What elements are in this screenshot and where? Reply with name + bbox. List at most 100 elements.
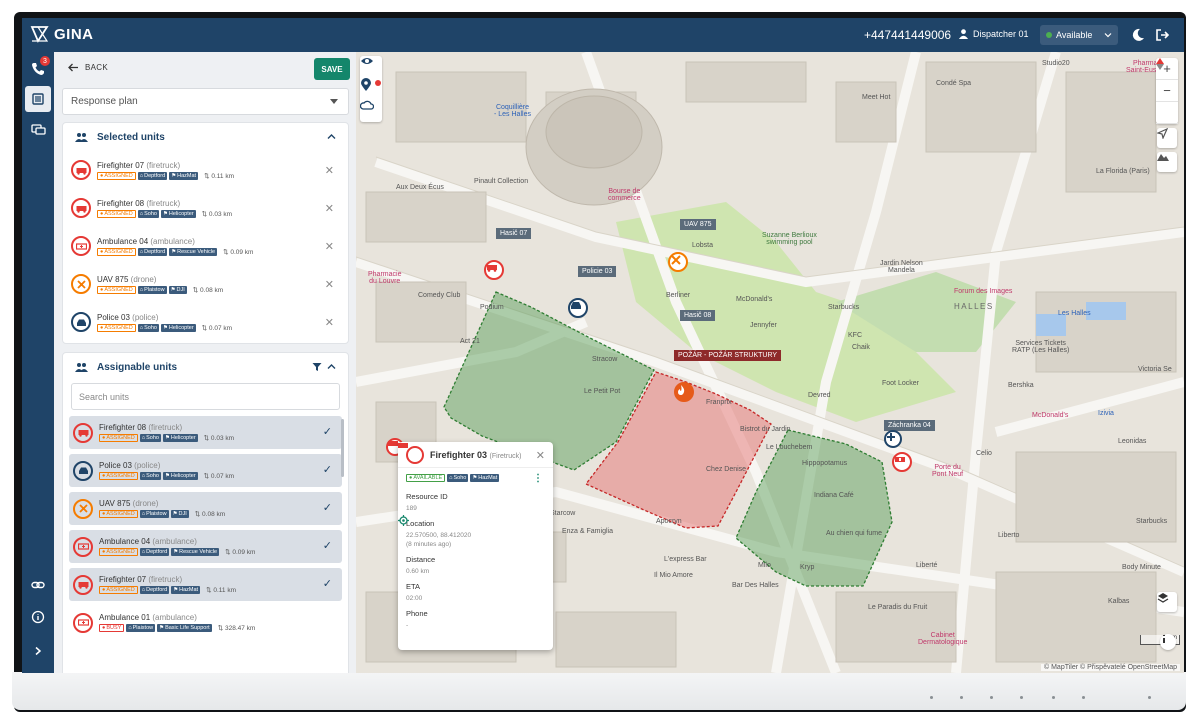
selected-unit-row[interactable]: Firefighter 07 (firetruck) ● ASSIGNED ⌂ D…	[63, 151, 348, 189]
more-options-icon[interactable]: ⋮	[533, 473, 543, 484]
unit-body: UAV 875 (drone) ● ASSIGNED ⌂ Plaistow ⚑ DJ…	[99, 499, 225, 518]
selected-unit-row[interactable]: Ambulance 04 (ambulance) ● ASSIGNED ⌂ Dep…	[63, 227, 348, 265]
dark-mode-icon[interactable]	[1130, 27, 1146, 43]
map-label: Victoria Se	[1138, 366, 1172, 373]
selected-unit-row[interactable]: Firefighter 08 (firetruck) ● ASSIGNED ⌂ S…	[63, 189, 348, 227]
remove-unit-icon[interactable]: ✕	[325, 164, 334, 177]
unit-type: (police)	[132, 312, 159, 322]
logout-icon[interactable]	[1154, 27, 1170, 43]
expand-rail-button[interactable]	[25, 638, 51, 664]
firetruck-icon	[73, 422, 93, 443]
map-label: Franprix	[706, 399, 732, 406]
unit-name: UAV 875 (drone)	[97, 275, 223, 284]
distance-value: 0.08 km	[202, 511, 226, 518]
notification-dot	[375, 80, 381, 86]
drone-marker[interactable]	[668, 252, 688, 272]
selected-units-title: Selected units	[97, 131, 165, 143]
layers-button[interactable]	[1157, 592, 1177, 612]
unit-tooltip: Hasič 08	[680, 310, 716, 321]
field-value: 0.60 km	[406, 568, 430, 575]
firetruck-marker[interactable]	[484, 260, 504, 280]
check-icon[interactable]: ✓	[323, 577, 332, 590]
back-button[interactable]: BACK	[68, 63, 108, 72]
unit-name-text: Ambulance 01	[99, 613, 151, 622]
selected-unit-row[interactable]: Police 03 (police) ● ASSIGNED ⌂ Soho ⚑ Hel…	[63, 303, 348, 341]
assignable-unit-row[interactable]: Ambulance 04 (ambulance) ● ASSIGNED ⌂ Dep…	[69, 530, 342, 563]
location-tool[interactable]	[360, 78, 382, 100]
weather-tool[interactable]	[360, 100, 382, 122]
map-label: Indiana Café	[814, 492, 854, 499]
brand[interactable]: GINA	[30, 24, 94, 44]
map-view[interactable]: Pharmacie Saint-Eustache Studio20 Meet H…	[356, 52, 1184, 673]
check-icon[interactable]: ✓	[323, 425, 332, 438]
unit-tag: ⌂ Plaistow	[126, 624, 156, 632]
search-units-input[interactable]: Search units	[71, 383, 340, 410]
map-label: Bershka	[1008, 382, 1034, 389]
compass-button[interactable]	[1156, 58, 1178, 124]
map-info-button[interactable]	[1160, 634, 1176, 650]
incidents-button[interactable]	[25, 86, 51, 112]
popup-unit-name: Firefighter 03	[430, 449, 488, 460]
assignable-unit-row[interactable]: Ambulance 01 (ambulance) ● BUSY ⌂ Plaisto…	[69, 606, 342, 639]
bourse-dome	[545, 95, 643, 169]
unit-name-text: Firefighter 08	[99, 423, 147, 432]
navigation-icon	[1157, 128, 1168, 139]
close-icon[interactable]: ✕	[536, 449, 545, 462]
assignable-unit-row[interactable]: UAV 875 (drone) ● ASSIGNED ⌂ Plaistow ⚑ DJ…	[69, 492, 342, 525]
police-marker[interactable]	[568, 298, 588, 318]
assignable-unit-row[interactable]: Firefighter 08 (firetruck) ● ASSIGNED ⌂ S…	[69, 416, 342, 449]
incident-marker[interactable]	[674, 382, 694, 402]
terrain-button[interactable]	[1157, 152, 1177, 172]
unit-tooltip: UAV 875	[680, 219, 716, 230]
unit-tag: ⌂ Deptford	[137, 247, 168, 256]
distance-value: 0.03 km	[210, 435, 235, 442]
unit-tags: ● ASSIGNED ⌂ Soho ⚑ Helicopter ⇅ 0.07 km	[99, 472, 234, 480]
save-button[interactable]: SAVE	[314, 58, 350, 80]
compass-icon	[1156, 58, 1164, 70]
filter-icon[interactable]	[312, 362, 322, 372]
assignable-units-header[interactable]: Assignable units	[63, 353, 348, 381]
calls-button[interactable]: 3	[25, 56, 51, 82]
chevron-up-icon[interactable]	[327, 363, 336, 370]
list-scrollbar[interactable]	[341, 419, 344, 477]
map-label: Stracow	[592, 356, 618, 363]
remove-unit-icon[interactable]: ✕	[325, 240, 334, 253]
unit-body: Police 03 (police) ● ASSIGNED ⌂ Soho ⚑ Hel…	[99, 461, 234, 480]
selected-units-header[interactable]: Selected units	[63, 123, 348, 151]
status-badge: ● ASSIGNED	[99, 434, 138, 442]
brand-name: GINA	[54, 25, 94, 43]
distance-value: 0.11 km	[213, 587, 236, 594]
locate-button[interactable]	[1157, 128, 1177, 148]
visibility-tool[interactable]	[360, 56, 382, 78]
ambulance-icon	[895, 457, 905, 462]
status-badge-text: ASSIGNED	[106, 473, 135, 479]
check-icon[interactable]: ✓	[323, 539, 332, 552]
ambulance-marker[interactable]	[884, 430, 902, 448]
remove-unit-icon[interactable]: ✕	[325, 316, 334, 329]
vehicles-button[interactable]	[25, 116, 51, 142]
zoom-out-button[interactable]: −	[1156, 80, 1178, 102]
assignable-unit-row[interactable]: Firefighter 07 (firetruck) ● ASSIGNED ⌂ D…	[69, 568, 342, 601]
check-icon[interactable]: ✓	[323, 463, 332, 476]
info-button[interactable]	[25, 604, 51, 630]
ambulance-marker[interactable]	[892, 452, 912, 472]
check-icon[interactable]: ✓	[323, 501, 332, 514]
target-icon[interactable]	[398, 515, 409, 526]
response-plan-select[interactable]: Response plan	[62, 88, 349, 115]
gina-logo-icon	[30, 26, 49, 43]
chevron-up-icon[interactable]	[327, 133, 336, 140]
map-label: Lobsta	[692, 242, 714, 249]
remove-unit-icon[interactable]: ✕	[325, 278, 334, 291]
assignable-unit-row[interactable]: Police 03 (police) ● ASSIGNED ⌂ Soho ⚑ Hel…	[69, 454, 342, 487]
selected-unit-row[interactable]: UAV 875 (drone) ● ASSIGNED ⌂ Plaistow ⚑ DJ…	[63, 265, 348, 303]
unit-distance: ⇅ 0.11 km	[204, 172, 234, 180]
user-menu[interactable]: Dispatcher 01	[958, 28, 1029, 39]
link-button[interactable]	[25, 572, 51, 598]
availability-select[interactable]: Available	[1040, 25, 1118, 45]
status-badge: ● ASSIGNED	[99, 586, 138, 594]
unit-tag: ⚑ HazMat	[169, 171, 199, 180]
unit-name: Police 03 (police)	[99, 461, 234, 470]
status-badge-text: ASSIGNED	[104, 172, 133, 179]
resource-id-field: Resource ID 189	[398, 488, 553, 515]
remove-unit-icon[interactable]: ✕	[325, 202, 334, 215]
